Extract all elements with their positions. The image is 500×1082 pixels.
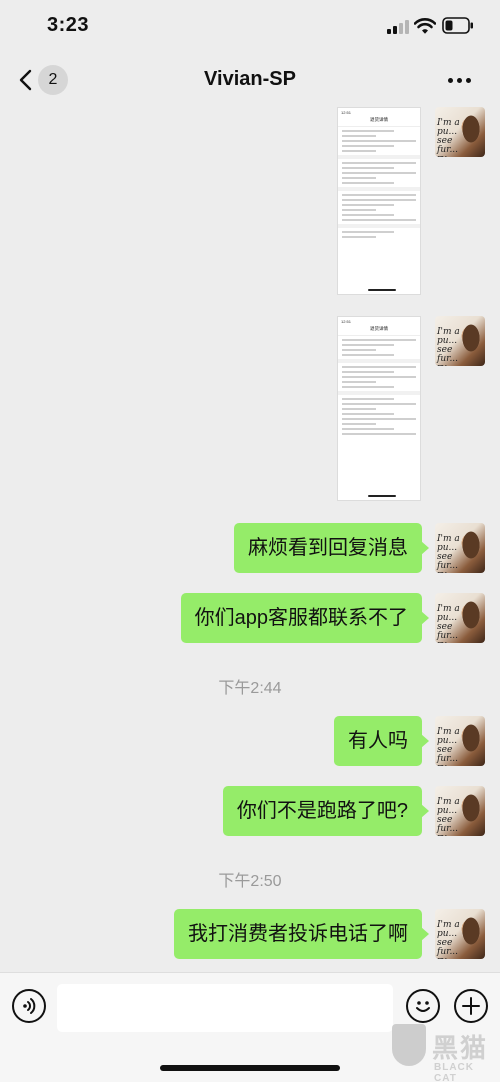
message-bubble[interactable]: 有人吗: [334, 716, 429, 766]
image-message-screenshot[interactable]: 12:51 退货详情: [337, 107, 421, 295]
chat-title: Vivian-SP: [204, 68, 296, 90]
avatar-scribble: I'm a pu... see fur... ry: [437, 727, 460, 767]
avatar-scribble: I'm a pu... see fur... ry: [437, 920, 460, 960]
dot-icon: [448, 77, 453, 83]
black-cat-watermark: 黑猫 BLACK CAT: [390, 1010, 500, 1082]
battery-icon: [442, 17, 473, 34]
thumbnail-header: 退货详情: [338, 326, 420, 336]
status-time: 3:23: [47, 14, 90, 36]
dot-icon: [466, 77, 471, 83]
image-message-screenshot[interactable]: 12:51 退货详情: [337, 316, 421, 501]
avatar[interactable]: I'm a pu... see fur... ry: [435, 523, 485, 573]
unread-count-badge: 2: [38, 65, 68, 95]
wifi-icon: [414, 18, 436, 34]
message-bubble[interactable]: 你们不是跑路了吧?: [222, 786, 430, 836]
avatar[interactable]: I'm a pu... see fur... ry: [435, 107, 485, 157]
status-bar: 3:23: [0, 0, 500, 56]
avatar-scribble: I'm a pu... see fur... ry: [437, 118, 460, 158]
chevron-left-icon: [19, 69, 32, 91]
avatar-scribble: I'm a pu... see fur... ry: [437, 327, 460, 367]
voice-icon: [23, 998, 36, 1014]
home-indicator: [160, 1065, 340, 1071]
more-options-button[interactable]: [448, 70, 478, 90]
timestamp: 下午2:44: [218, 680, 282, 697]
avatar[interactable]: I'm a pu... see fur... ry: [435, 786, 485, 836]
dot-icon: [457, 77, 462, 83]
chat-header: 2 Vivian-SP: [0, 56, 500, 104]
cat-shield-icon: [392, 1024, 426, 1066]
message-bubble[interactable]: 麻烦看到回复消息: [234, 523, 429, 573]
voice-input-button[interactable]: [12, 989, 46, 1023]
watermark-en: BLACK CAT: [434, 1062, 474, 1082]
avatar[interactable]: I'm a pu... see fur... ry: [435, 316, 485, 366]
avatar[interactable]: I'm a pu... see fur... ry: [435, 593, 485, 643]
watermark-cn: 黑猫: [432, 1033, 489, 1063]
timestamp: 下午2:50: [218, 873, 282, 890]
avatar[interactable]: I'm a pu... see fur... ry: [435, 716, 485, 766]
message-bubble[interactable]: 你们app客服都联系不了: [180, 593, 430, 643]
thumbnail-status-time: 12:51: [341, 319, 352, 324]
back-button[interactable]: 2: [14, 62, 74, 98]
message-bubble[interactable]: 我打消费者投诉电话了啊: [174, 909, 429, 959]
avatar[interactable]: I'm a pu... see fur... ry: [435, 909, 485, 959]
thumbnail-header: 退货详情: [338, 117, 420, 127]
cellular-signal-icon: [387, 19, 409, 34]
avatar-scribble: I'm a pu... see fur... ry: [437, 534, 460, 574]
thumbnail-status-time: 12:51: [341, 110, 352, 115]
message-input[interactable]: [57, 984, 393, 1032]
avatar-scribble: I'm a pu... see fur... ry: [437, 604, 460, 644]
avatar-scribble: I'm a pu... see fur... ry: [437, 797, 460, 837]
